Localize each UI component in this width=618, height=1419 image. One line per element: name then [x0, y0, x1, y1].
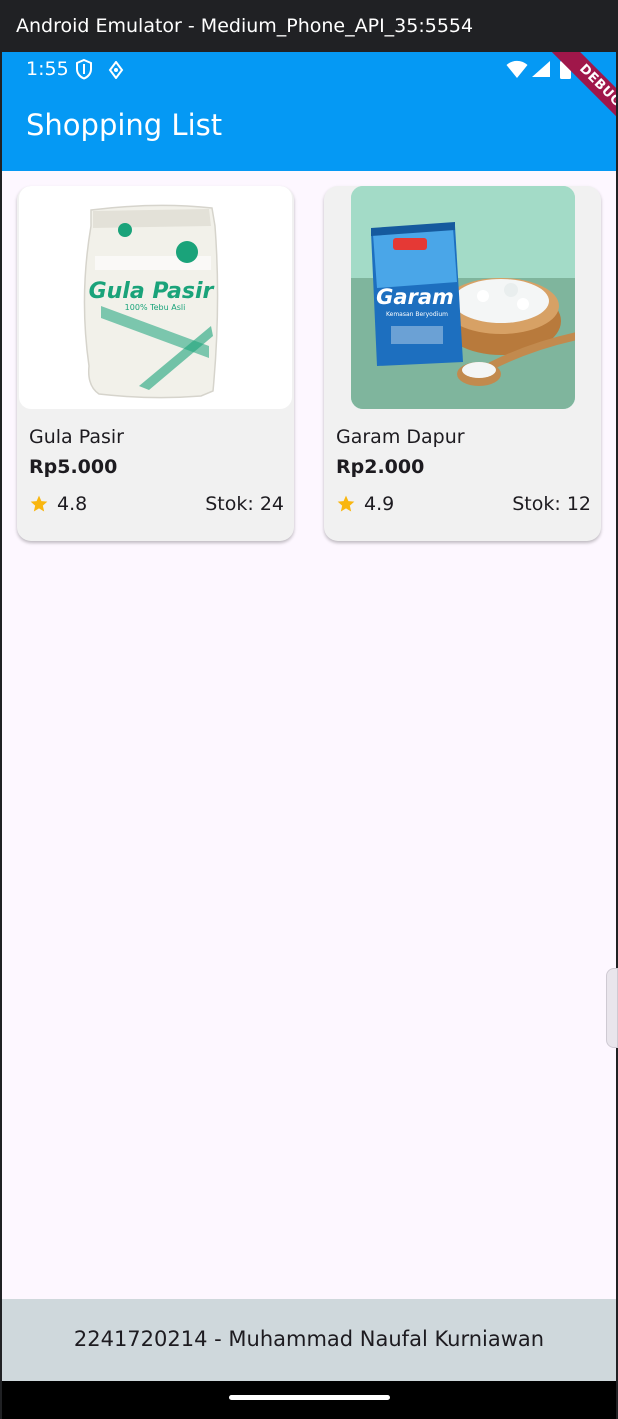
- status-time: 1:55: [26, 58, 69, 80]
- footer-text: 2241720214 - Muhammad Naufal Kurniawan: [73, 1327, 545, 1351]
- product-price: Rp5.000: [29, 456, 118, 478]
- battery-icon: [560, 59, 571, 79]
- signal-icon: [532, 61, 550, 77]
- star-icon: [30, 495, 48, 512]
- footer: 2241720214 - Muhammad Naufal Kurniawan: [2, 1299, 616, 1381]
- shield-icon: [76, 58, 92, 80]
- product-rating: 4.8: [57, 493, 88, 515]
- package-subtitle: Kemasan Beryodium: [386, 311, 448, 318]
- sugar-bag-illustration: Gula Pasir 100% Tebu Asli: [83, 204, 219, 399]
- rating-row: 4.8 Stok: 24: [29, 493, 284, 517]
- location-icon: [108, 61, 124, 79]
- product-name: Garam Dapur: [336, 426, 465, 448]
- status-bar: 1:55: [2, 52, 616, 88]
- emulator-side-handle[interactable]: [606, 968, 618, 1048]
- product-rating: 4.9: [364, 493, 395, 515]
- window-title: Android Emulator - Medium_Phone_API_35:5…: [0, 0, 618, 52]
- wifi-icon: [506, 60, 528, 78]
- rating-row: 4.9 Stok: 12: [336, 493, 591, 517]
- emulator-window: Android Emulator - Medium_Phone_API_35:5…: [0, 0, 618, 1419]
- product-stock: Stok: 24: [205, 493, 284, 515]
- app-bar: Shopping List: [2, 88, 616, 171]
- package-brand: Gula Pasir: [89, 279, 215, 304]
- phone-screen: 1:55 Shopping List DEBUG Gula Pasir 100%…: [2, 52, 616, 1419]
- product-card-gula-pasir[interactable]: Gula Pasir 100% Tebu Asli Gula Pasir Rp5…: [17, 186, 294, 541]
- product-stock: Stok: 12: [512, 493, 591, 515]
- package-brand: Garam: [376, 285, 454, 309]
- star-icon: [337, 495, 355, 512]
- home-gesture-handle[interactable]: [229, 1395, 390, 1400]
- salt-pack-illustration: Garam Kemasan Beryodium: [351, 186, 575, 409]
- product-card-garam-dapur[interactable]: Garam Kemasan Beryodium Garam Dapur Rp2.…: [324, 186, 601, 541]
- product-name: Gula Pasir: [29, 426, 124, 448]
- package-subtitle: 100% Tebu Asli: [125, 303, 186, 312]
- product-price: Rp2.000: [336, 456, 425, 478]
- product-image: Gula Pasir 100% Tebu Asli: [19, 186, 292, 409]
- navigation-bar: [2, 1381, 616, 1419]
- product-image: Garam Kemasan Beryodium: [351, 186, 575, 409]
- page-title: Shopping List: [26, 108, 223, 142]
